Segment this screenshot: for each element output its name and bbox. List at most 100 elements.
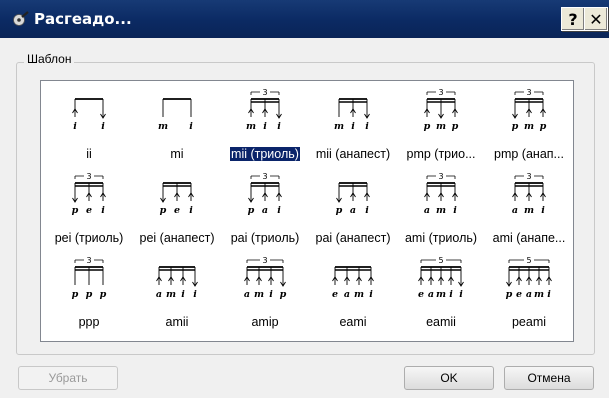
svg-text:i: i xyxy=(369,289,373,300)
svg-text:3: 3 xyxy=(438,88,443,97)
pattern-item[interactable]: 5 p e a m i peami xyxy=(485,253,573,333)
svg-text:i: i xyxy=(269,289,273,300)
svg-text:m: m xyxy=(354,289,364,300)
pattern-label: mi xyxy=(170,147,184,161)
svg-text:i: i xyxy=(193,289,197,300)
rhythm-notation-icon: mi xyxy=(158,98,193,132)
close-icon: ✕ xyxy=(589,9,603,29)
guitar-app-icon xyxy=(13,11,29,26)
svg-text:i: i xyxy=(73,121,77,132)
pattern-item[interactable]: p a i pai (анапест) xyxy=(309,169,397,249)
svg-text:3: 3 xyxy=(526,88,531,97)
pattern-item[interactable]: p e i pei (анапест) xyxy=(133,169,221,249)
svg-text:p: p xyxy=(86,289,93,300)
pattern-label: pei (триоль) xyxy=(54,231,124,245)
svg-text:m: m xyxy=(524,205,534,216)
svg-text:p: p xyxy=(72,289,79,300)
rhythm-notation-icon: 3 p a i xyxy=(248,171,282,216)
pattern-label: pai (анапест) xyxy=(315,231,391,245)
rhythm-notation-icon: 3 p m p xyxy=(512,87,547,132)
pattern-label: peami xyxy=(511,315,547,329)
pattern-item[interactable]: 3 p m p pmp (анап... xyxy=(485,85,573,165)
pattern-label: mii (триоль) xyxy=(229,146,301,162)
pattern-label: pai (триоль) xyxy=(230,231,300,245)
svg-text:i: i xyxy=(453,205,457,216)
pattern-label: eami xyxy=(339,315,367,329)
pattern-item[interactable]: e a m i eami xyxy=(309,253,397,333)
svg-text:a: a xyxy=(512,205,518,216)
ok-button[interactable]: OK xyxy=(404,366,494,390)
svg-text:p: p xyxy=(424,121,431,132)
svg-text:a: a xyxy=(156,289,162,300)
rhythm-notation-icon: 3 a m i xyxy=(424,171,458,216)
svg-text:e: e xyxy=(516,289,522,300)
pattern-item[interactable]: 3 p p p ppp xyxy=(45,253,133,333)
pattern-label: pmp (анап... xyxy=(494,147,564,161)
cancel-button[interactable]: Отмена xyxy=(504,366,594,390)
pattern-label: mii (анапест) xyxy=(315,147,391,161)
rhythm-notation-icon: 3 a m i xyxy=(512,171,546,216)
svg-text:a: a xyxy=(424,205,430,216)
svg-text:a: a xyxy=(526,289,532,300)
svg-text:i: i xyxy=(449,289,453,300)
svg-text:3: 3 xyxy=(262,88,267,97)
help-button[interactable]: ? xyxy=(561,7,585,31)
pattern-label: ii xyxy=(86,147,92,161)
pattern-label: eamii xyxy=(426,315,456,329)
pattern-item[interactable]: 3 a m i p amip xyxy=(221,253,309,333)
svg-text:m: m xyxy=(436,121,446,132)
pattern-item[interactable]: a m i i amii xyxy=(133,253,221,333)
svg-text:i: i xyxy=(351,121,355,132)
svg-text:3: 3 xyxy=(526,172,531,181)
svg-text:e: e xyxy=(86,205,92,216)
rhythm-notation-icon: 3 p m p xyxy=(424,87,459,132)
svg-text:m: m xyxy=(158,121,168,132)
svg-text:p: p xyxy=(512,121,519,132)
pattern-item[interactable]: i i ii xyxy=(45,85,133,165)
title-bar: Расгеадо... ? ✕ xyxy=(0,0,609,38)
svg-text:i: i xyxy=(459,289,463,300)
svg-text:i: i xyxy=(277,121,281,132)
svg-text:p: p xyxy=(336,205,343,216)
pattern-list[interactable]: i i ii m i mi 3 m i i mii (триоль) m i i mii (анапест)… xyxy=(40,80,574,342)
pattern-grid: i i ii m i mi 3 m i i mii (триоль) m i i mii (анапест)… xyxy=(45,85,569,337)
svg-text:m: m xyxy=(436,205,446,216)
svg-text:e: e xyxy=(332,289,338,300)
svg-text:a: a xyxy=(244,289,250,300)
rhythm-notation-icon: 3 a m i p xyxy=(244,255,287,300)
pattern-item[interactable]: 3 p m p pmp (трио... xyxy=(397,85,485,165)
pattern-item[interactable]: 5 e a m i i eamii xyxy=(397,253,485,333)
svg-text:5: 5 xyxy=(438,256,443,265)
svg-text:m: m xyxy=(534,289,544,300)
pattern-item[interactable]: m i mi xyxy=(133,85,221,165)
remove-button[interactable]: Убрать xyxy=(18,366,118,390)
svg-text:i: i xyxy=(189,205,193,216)
svg-text:p: p xyxy=(160,205,167,216)
svg-text:i: i xyxy=(181,289,185,300)
svg-text:p: p xyxy=(280,289,287,300)
svg-text:a: a xyxy=(428,289,434,300)
svg-text:m: m xyxy=(166,289,176,300)
pattern-label: ami (триоль) xyxy=(404,231,478,245)
pattern-item[interactable]: 3 p a i pai (триоль) xyxy=(221,169,309,249)
svg-text:m: m xyxy=(254,289,264,300)
pattern-item[interactable]: 3 a m i ami (триоль) xyxy=(397,169,485,249)
pattern-item[interactable]: 3 p e i pei (триоль) xyxy=(45,169,133,249)
help-icon: ? xyxy=(568,9,578,29)
pattern-item[interactable]: 3 m i i mii (триоль) xyxy=(221,85,309,165)
rhythm-notation-icon: 3m i i xyxy=(246,87,282,132)
svg-text:3: 3 xyxy=(438,172,443,181)
rhythm-notation-icon: pei xyxy=(160,182,194,216)
pattern-item[interactable]: m i i mii (анапест) xyxy=(309,85,397,165)
pattern-item[interactable]: 3 a m i ami (анапе... xyxy=(485,169,573,249)
close-button[interactable]: ✕ xyxy=(584,7,608,31)
svg-text:5: 5 xyxy=(526,256,531,265)
svg-text:3: 3 xyxy=(86,172,91,181)
svg-text:m: m xyxy=(246,121,256,132)
window-title: Расгеадо... xyxy=(34,10,132,28)
svg-text:p: p xyxy=(452,121,459,132)
svg-text:m: m xyxy=(436,289,446,300)
svg-text:e: e xyxy=(418,289,424,300)
svg-text:3: 3 xyxy=(262,256,267,265)
pattern-label: ami (анапе... xyxy=(492,231,566,245)
